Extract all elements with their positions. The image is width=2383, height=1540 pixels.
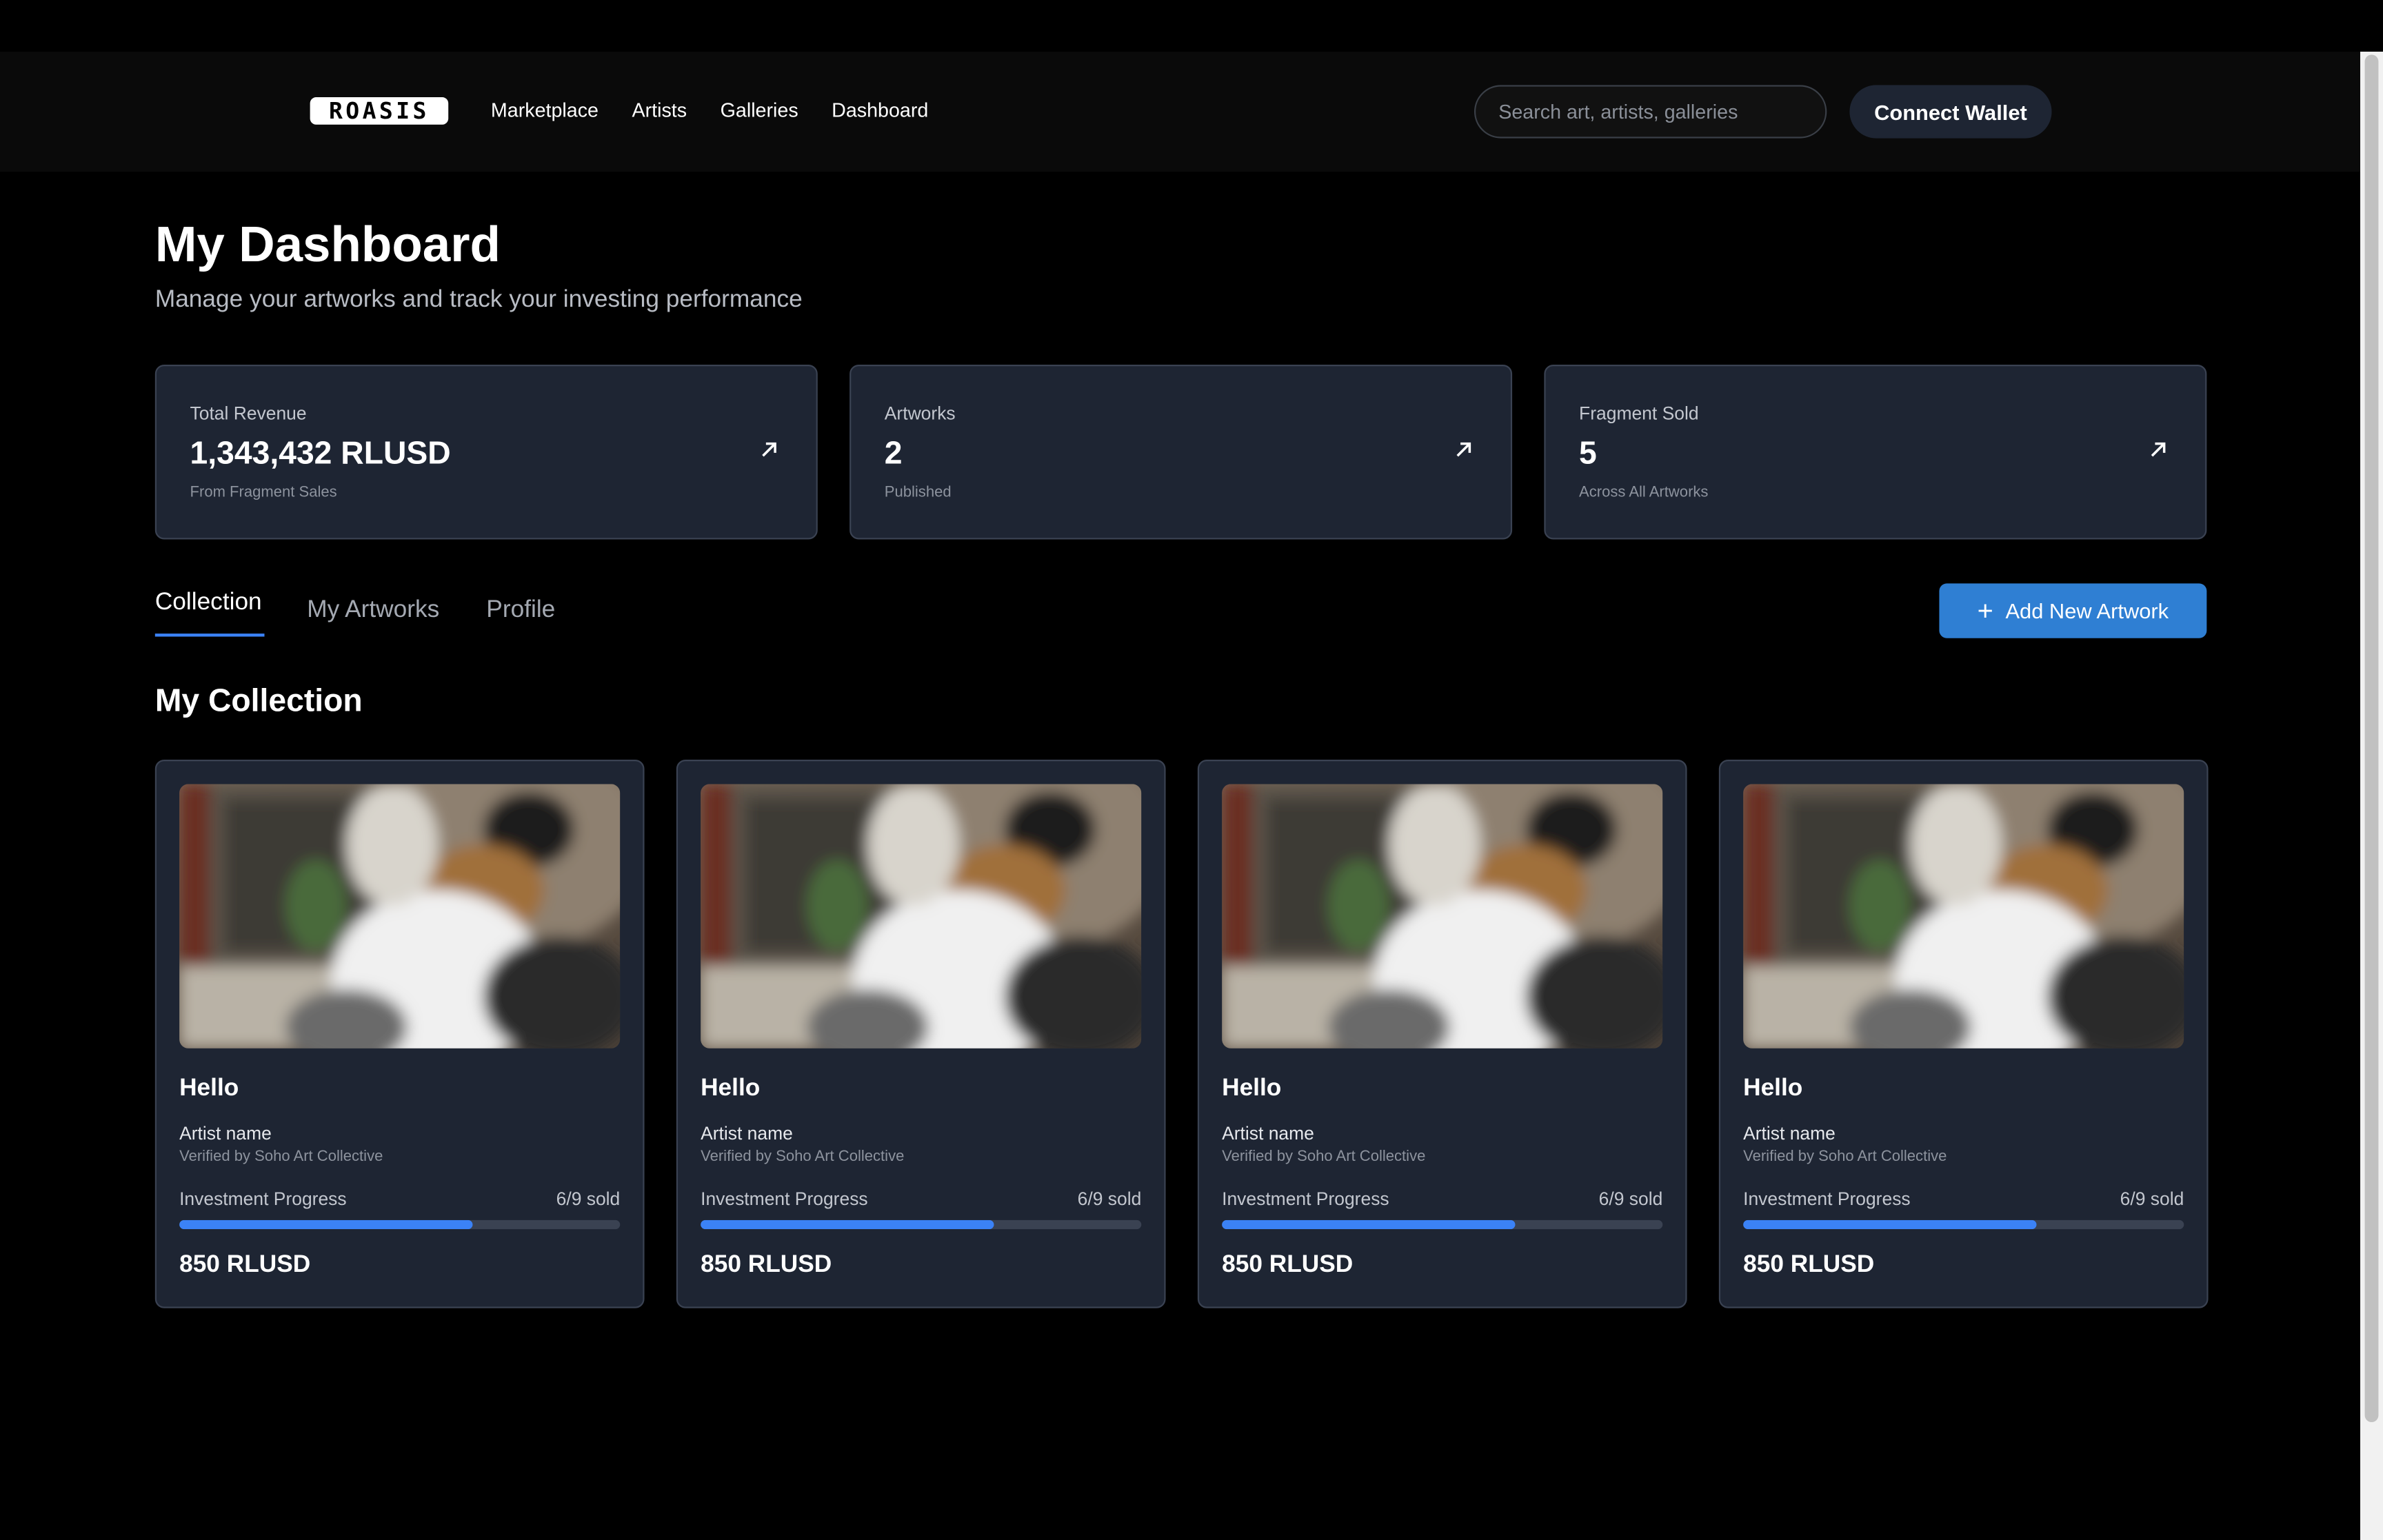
collection-card[interactable]: Hello Artist name Verified by Soho Art C… <box>1718 760 2209 1308</box>
stat-label: Total Revenue <box>190 403 307 424</box>
artwork-thumbnail[interactable] <box>1743 784 2184 1048</box>
active-tab-indicator <box>154 634 265 637</box>
progress-label: Investment Progress <box>701 1188 868 1210</box>
stat-label: Artworks <box>884 403 956 424</box>
artist-name: Artist name <box>1222 1122 1314 1144</box>
stat-card-artworks: Artworks 2 Published <box>849 364 1513 540</box>
main-nav: Marketplace Artists Galleries Dashboard <box>491 97 928 125</box>
progress-bar-fill <box>1222 1219 1516 1230</box>
progress-bar-fill <box>1743 1219 2038 1230</box>
tab-my-artworks[interactable]: My Artworks <box>307 597 439 625</box>
connect-wallet-button[interactable]: Connect Wallet <box>1849 85 2052 139</box>
artwork-title: Hello <box>179 1075 239 1102</box>
artwork-title: Hello <box>1743 1075 1803 1102</box>
progress-label: Investment Progress <box>1222 1188 1389 1210</box>
progress-sold-count: 6/9 sold <box>556 1188 621 1210</box>
artist-name: Artist name <box>701 1122 793 1144</box>
verified-label: Verified by Soho Art Collective <box>701 1148 905 1166</box>
add-new-artwork-button[interactable]: + Add New Artwork <box>1939 583 2207 638</box>
artwork-price: 850 RLUSD <box>1222 1252 1354 1278</box>
stat-card-fragment-sold: Fragment Sold 5 Across All Artworks <box>1544 364 2207 540</box>
arrow-up-right-icon <box>762 442 776 457</box>
logo[interactable]: ROASIS <box>310 97 449 125</box>
nav-artists[interactable]: Artists <box>632 97 687 125</box>
section-title: My Collection <box>154 683 363 719</box>
artwork-image <box>1222 784 1663 1048</box>
progress-bar <box>701 1219 1142 1230</box>
progress-sold-count: 6/9 sold <box>2120 1188 2184 1210</box>
stat-sublabel: From Fragment Sales <box>190 485 337 502</box>
progress-bar-fill <box>179 1219 474 1230</box>
artwork-price: 850 RLUSD <box>701 1252 832 1278</box>
nav-marketplace[interactable]: Marketplace <box>491 97 599 125</box>
stat-sublabel: Published <box>884 485 952 502</box>
search-box <box>1474 85 1827 139</box>
artwork-image <box>179 784 621 1048</box>
stat-sublabel: Across All Artworks <box>1579 485 1709 502</box>
collection-card[interactable]: Hello Artist name Verified by Soho Art C… <box>676 760 1166 1308</box>
progress-bar <box>1743 1219 2184 1230</box>
nav-galleries[interactable]: Galleries <box>721 97 798 125</box>
stat-value: 1,343,432 RLUSD <box>190 436 451 472</box>
verified-label: Verified by Soho Art Collective <box>179 1148 383 1166</box>
artwork-title: Hello <box>701 1075 761 1102</box>
artwork-thumbnail[interactable] <box>1222 784 1663 1048</box>
artist-name: Artist name <box>1743 1122 1836 1144</box>
artwork-title: Hello <box>1222 1075 1282 1102</box>
nav-dashboard[interactable]: Dashboard <box>832 97 928 125</box>
progress-bar <box>179 1219 621 1230</box>
progress-sold-count: 6/9 sold <box>1598 1188 1663 1210</box>
logo-text: ROASIS <box>328 97 430 125</box>
scrollbar-thumb[interactable] <box>2364 54 2379 1423</box>
app-root: ROASIS Marketplace Artists Galleries Das… <box>0 0 2383 1540</box>
tab-collection[interactable]: Collection <box>155 589 262 617</box>
page-title: My Dashboard <box>154 215 501 272</box>
stat-value: 2 <box>884 436 903 472</box>
artwork-price: 850 RLUSD <box>179 1252 311 1278</box>
stat-label: Fragment Sold <box>1579 403 1699 424</box>
stat-value: 5 <box>1579 436 1597 472</box>
arrow-up-right-icon <box>2151 442 2166 457</box>
progress-sold-count: 6/9 sold <box>1077 1188 1142 1210</box>
plus-icon: + <box>1977 596 1993 627</box>
progress-bar <box>1222 1219 1663 1230</box>
verified-label: Verified by Soho Art Collective <box>1222 1148 1426 1166</box>
stat-card-total-revenue: Total Revenue 1,343,432 RLUSD From Fragm… <box>154 364 818 540</box>
arrow-up-right-icon <box>1456 442 1471 457</box>
verified-label: Verified by Soho Art Collective <box>1743 1148 1947 1166</box>
artwork-image <box>701 784 1142 1048</box>
collection-card[interactable]: Hello Artist name Verified by Soho Art C… <box>154 760 645 1308</box>
page-subtitle: Manage your artworks and track your inve… <box>154 287 803 314</box>
tab-profile[interactable]: Profile <box>486 597 555 625</box>
search-input[interactable] <box>1498 100 1803 123</box>
artist-name: Artist name <box>179 1122 272 1144</box>
artwork-thumbnail[interactable] <box>701 784 1142 1048</box>
progress-bar-fill <box>701 1219 995 1230</box>
artwork-price: 850 RLUSD <box>1743 1252 1875 1278</box>
add-new-artwork-label: Add New Artwork <box>2005 598 2169 623</box>
progress-label: Investment Progress <box>1743 1188 1911 1210</box>
progress-label: Investment Progress <box>179 1188 347 1210</box>
artwork-image <box>1743 784 2184 1048</box>
artwork-thumbnail[interactable] <box>179 784 621 1048</box>
collection-card[interactable]: Hello Artist name Verified by Soho Art C… <box>1197 760 1687 1308</box>
